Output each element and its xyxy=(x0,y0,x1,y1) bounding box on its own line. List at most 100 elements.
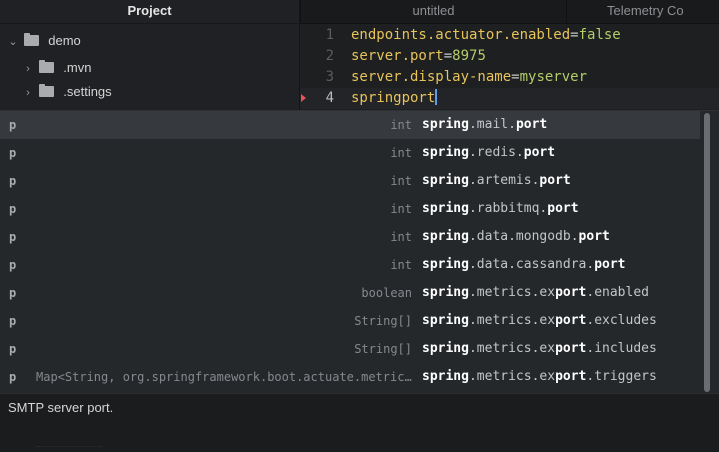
property-kind-icon: p xyxy=(9,146,17,160)
tree-item-settings[interactable]: › .settings xyxy=(21,80,112,104)
equals-sign: = xyxy=(443,48,453,64)
name-part: .metrics.ex xyxy=(468,313,556,328)
suggestion-item[interactable]: p int spring.data.cassandra.port xyxy=(0,251,700,279)
tree-item-label: demo xyxy=(48,33,81,48)
line-code: server.port=8975 xyxy=(351,46,486,67)
line-number: 3 xyxy=(325,69,334,85)
suggestion-name: spring.data.cassandra.port xyxy=(422,251,626,279)
tree-item-mvn[interactable]: › .mvn xyxy=(21,56,91,80)
chevron-right-icon: › xyxy=(26,63,30,75)
property-kind-icon: p xyxy=(9,258,17,272)
suggestion-name: spring.artemis.port xyxy=(422,167,571,195)
code-editor[interactable]: 1 endpoints.actuator.enabled=false 2 ser… xyxy=(300,24,719,110)
property-kind-icon: p xyxy=(9,174,17,188)
folder-icon xyxy=(23,33,39,46)
suggestion-item[interactable]: p int spring.redis.port xyxy=(0,139,700,167)
suggestion-item[interactable]: p int spring.data.mongodb.port xyxy=(0,223,700,251)
match-highlight: port xyxy=(555,285,587,300)
suggestion-item[interactable]: p int spring.rabbitmq.port xyxy=(0,195,700,223)
property-kind-icon: p xyxy=(9,202,17,216)
suggestion-type: Map<String, org.springframework.boot.act… xyxy=(36,370,413,384)
text-cursor xyxy=(435,89,437,105)
match-highlight: spring xyxy=(422,117,469,132)
suggestion-item[interactable]: p String[] spring.metrics.export.excludes xyxy=(0,307,700,335)
suggestion-item[interactable]: p int spring.artemis.port xyxy=(0,167,700,195)
name-part: .rabbitmq. xyxy=(468,201,548,216)
project-panel-title: Project xyxy=(0,0,299,24)
match-highlight: spring xyxy=(422,285,469,300)
folder-icon xyxy=(38,84,54,97)
line-number: 2 xyxy=(325,48,334,64)
suggestion-item[interactable]: p boolean spring.metrics.export.enabled xyxy=(0,279,700,307)
property-value: myserver xyxy=(519,69,588,85)
suggestion-name: spring.metrics.export.includes xyxy=(422,335,657,363)
editor-line: 3 server.display-name=myserver xyxy=(300,67,719,88)
suggestion-type: int xyxy=(390,174,412,188)
name-part: .metrics.ex xyxy=(468,369,556,384)
autocomplete-popup: p int spring.mail.port p int spring.redis.por… xyxy=(0,110,719,393)
tab-untitled[interactable]: untitled xyxy=(300,0,566,24)
match-highlight: spring xyxy=(422,173,469,188)
line-number: 4 xyxy=(325,90,334,106)
property-kind-icon: p xyxy=(9,230,17,244)
suggestion-name: spring.metrics.export.enabled xyxy=(422,279,649,307)
folder-icon xyxy=(38,60,54,73)
equals-sign: = xyxy=(570,27,579,43)
suggestion-name: spring.metrics.export.triggers xyxy=(422,363,657,391)
editor-line-active: 4 springport xyxy=(300,88,719,109)
name-part: .metrics.ex xyxy=(468,341,556,356)
tab-bar: untitled Telemetry Co xyxy=(300,0,719,24)
property-kind-icon: p xyxy=(9,342,17,356)
name-part: .metrics.ex xyxy=(468,285,556,300)
match-highlight: port xyxy=(547,201,579,216)
property-key: springport xyxy=(351,90,436,106)
suggestion-name: spring.data.mongodb.port xyxy=(422,223,610,251)
tree-item-demo[interactable]: ⌄ demo xyxy=(6,29,81,53)
match-highlight: spring xyxy=(422,145,469,160)
match-highlight: spring xyxy=(422,369,469,384)
name-part: .mail. xyxy=(468,117,516,132)
match-highlight: port xyxy=(594,257,626,272)
match-highlight: spring xyxy=(422,257,469,272)
name-part: .enabled xyxy=(586,285,649,300)
line-number: 1 xyxy=(325,27,334,43)
scrollbar[interactable] xyxy=(704,113,710,392)
match-highlight: port xyxy=(539,173,571,188)
name-part: .excludes xyxy=(586,313,657,328)
tab-telemetry[interactable]: Telemetry Co xyxy=(566,0,719,24)
property-key: server.display-name xyxy=(351,69,512,85)
suggestion-item-selected[interactable]: p int spring.mail.port xyxy=(0,111,700,139)
name-part: .artemis. xyxy=(468,173,540,188)
match-highlight: port xyxy=(555,341,587,356)
property-kind-icon: p xyxy=(9,370,17,384)
suggestion-item[interactable]: p String[] spring.metrics.export.includes xyxy=(0,335,700,363)
match-highlight: port xyxy=(578,229,610,244)
name-part: .data.cassandra. xyxy=(468,257,595,272)
match-highlight: spring xyxy=(422,341,469,356)
suggestion-type: int xyxy=(390,118,412,132)
line-code: server.display-name=myserver xyxy=(351,67,587,88)
suggestion-name: spring.rabbitmq.port xyxy=(422,195,579,223)
match-highlight: spring xyxy=(422,229,469,244)
match-highlight: port xyxy=(555,369,587,384)
property-key: server.port xyxy=(351,48,444,64)
chevron-down-icon: ⌄ xyxy=(8,36,18,48)
name-part: .redis. xyxy=(468,145,524,160)
property-kind-icon: p xyxy=(9,314,17,328)
line-code: endpoints.actuator.enabled=false xyxy=(351,25,621,46)
match-highlight: spring xyxy=(422,201,469,216)
name-part: .includes xyxy=(586,341,657,356)
suggestion-type: String[] xyxy=(354,342,412,356)
description-text: SMTP server port. xyxy=(8,400,114,415)
property-value: false xyxy=(578,27,621,43)
editor-line: 2 server.port=8975 xyxy=(300,46,719,67)
chevron-right-icon: › xyxy=(26,87,30,99)
property-key: endpoints.actuator.enabled xyxy=(351,27,571,43)
equals-sign: = xyxy=(511,69,520,85)
tree-item-label: .settings xyxy=(63,84,112,99)
name-part: .data.mongodb. xyxy=(468,229,579,244)
tree-item-label: .mvn xyxy=(63,60,92,75)
suggestion-item[interactable]: p Map<String, org.springframework.boot.ac… xyxy=(0,363,700,391)
suggestion-type: int xyxy=(390,230,412,244)
match-highlight: port xyxy=(515,117,548,132)
